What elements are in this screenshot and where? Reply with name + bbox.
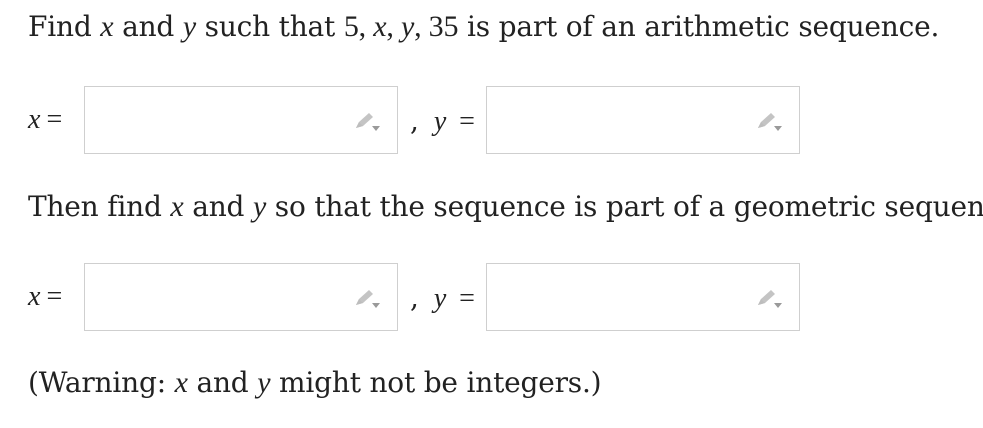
pencil-icon[interactable] <box>353 288 381 310</box>
geometric-y-input[interactable] <box>495 272 749 324</box>
equals-sign: = <box>459 283 475 314</box>
math-y: y <box>257 366 271 399</box>
label-var: x <box>28 281 41 312</box>
question-arithmetic: Find x and y such that 5, x, y, 35 is pa… <box>28 10 939 44</box>
geometric-x-input[interactable] <box>93 272 347 324</box>
text: is part of an arithmetic sequence. <box>458 10 940 43</box>
text: (Warning: <box>28 366 175 399</box>
text: might not be integers.) <box>270 366 602 399</box>
pencil-icon[interactable] <box>353 111 381 133</box>
arithmetic-x-input[interactable] <box>93 95 347 147</box>
pencil-icon[interactable] <box>755 111 783 133</box>
equals-sign: = <box>46 104 63 135</box>
equals-sign: = <box>46 281 63 312</box>
x-label: x = <box>28 104 62 136</box>
question-geometric: Then find x and y so that the sequence i… <box>28 190 983 224</box>
separator: , y = <box>410 281 475 315</box>
arithmetic-answer-row: x = , y = <box>28 86 808 156</box>
text: and <box>113 10 183 43</box>
label-var: x <box>28 104 41 135</box>
math-y: y <box>182 10 196 43</box>
arithmetic-y-input[interactable] <box>495 95 749 147</box>
math-x: x <box>100 10 114 43</box>
equals-sign: = <box>459 106 475 137</box>
separator: , y = <box>410 104 475 138</box>
arithmetic-y-field[interactable] <box>486 86 800 154</box>
math-y: y <box>252 190 267 223</box>
comma: , <box>410 104 419 137</box>
pencil-icon[interactable] <box>755 288 783 310</box>
text: so that the sequence is part of a geomet… <box>266 190 983 223</box>
arithmetic-x-field[interactable] <box>84 86 398 154</box>
math-x: x <box>170 190 184 223</box>
math-seq-x: x <box>373 10 387 43</box>
text: Find <box>28 10 101 43</box>
text: and <box>183 190 253 223</box>
math-seq-comma: , <box>386 10 401 43</box>
text: and <box>187 366 258 399</box>
math-seq: 5, <box>343 10 374 43</box>
geometric-x-field[interactable] <box>84 263 398 331</box>
warning-note: (Warning: x and y might not be integers.… <box>28 366 602 400</box>
comma: , <box>410 281 419 314</box>
geometric-y-field[interactable] <box>486 263 800 331</box>
text: such that <box>195 10 344 43</box>
math-seq-end: , 35 <box>414 10 459 43</box>
y-label: y <box>433 106 447 137</box>
math-seq-y: y <box>400 10 415 43</box>
text: Then find <box>28 190 171 223</box>
math-x: x <box>174 366 188 399</box>
y-label: y <box>433 283 447 314</box>
x-label: x = <box>28 281 62 313</box>
geometric-answer-row: x = , y = <box>28 263 808 333</box>
